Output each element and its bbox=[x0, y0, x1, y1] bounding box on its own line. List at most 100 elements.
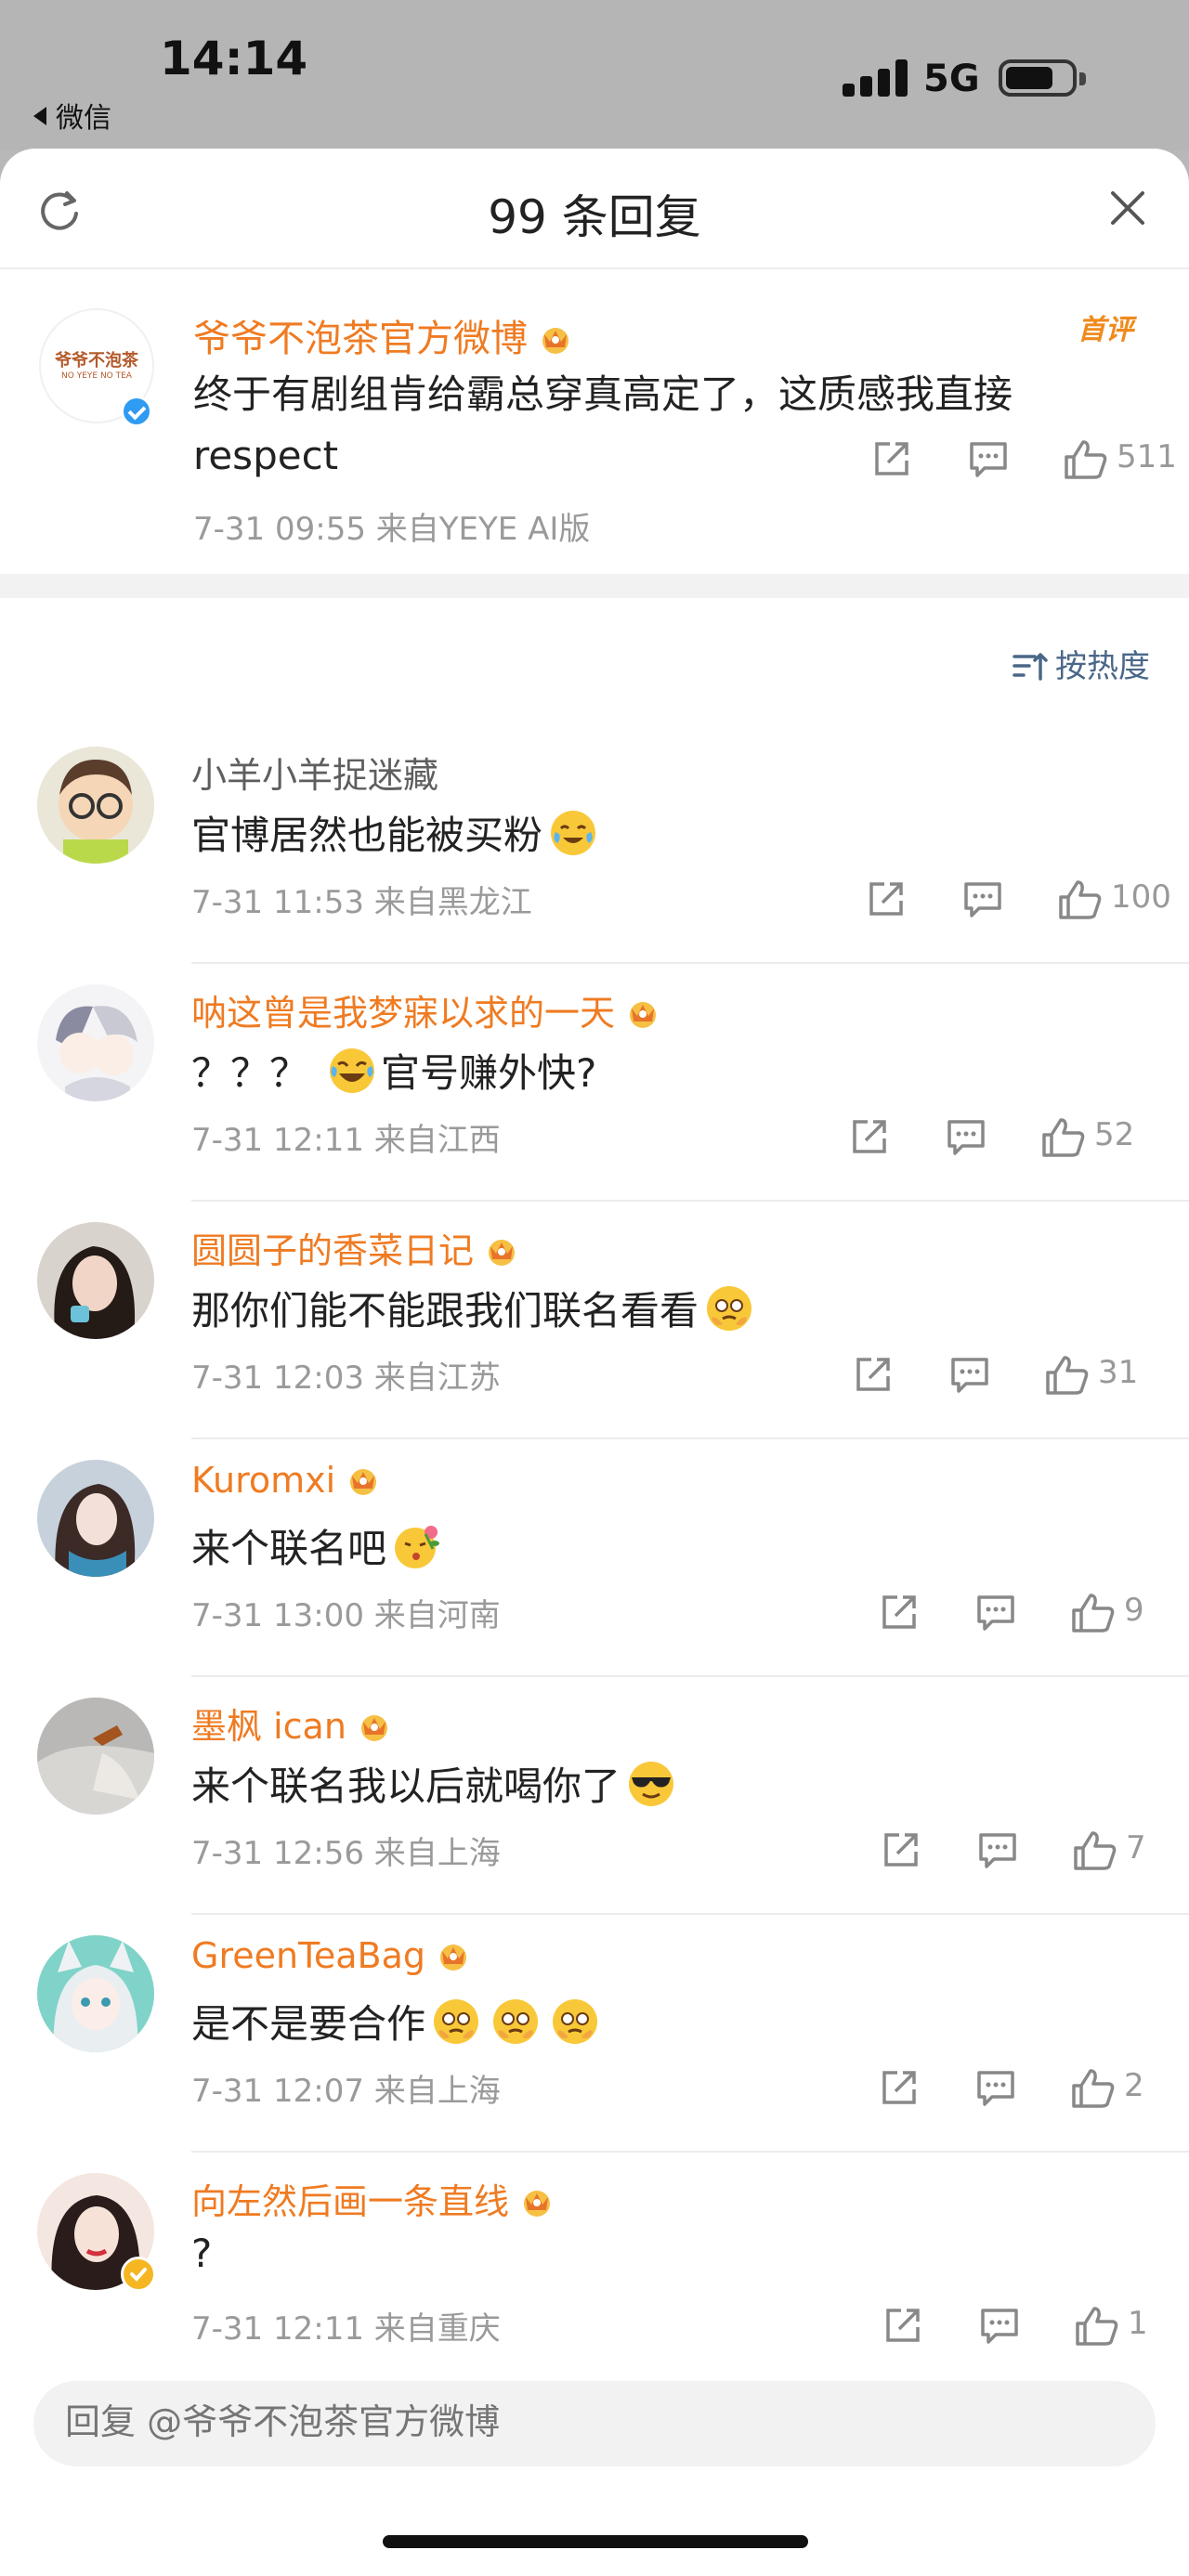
reply-meta: 7-31 13:00 来自河南 bbox=[191, 1597, 501, 1634]
share-button[interactable] bbox=[871, 435, 918, 481]
reply-meta: 7-31 12:11 来自江西 bbox=[191, 1122, 501, 1159]
thumbs-up-icon bbox=[1042, 1118, 1085, 1157]
like-button[interactable]: 52 bbox=[1040, 1112, 1143, 1159]
comment-icon bbox=[979, 1833, 1016, 1868]
share-icon bbox=[856, 1358, 890, 1391]
reply-author[interactable]: 圆圆子的香菜日记 bbox=[191, 1222, 520, 1273]
comment-meta: 7-31 09:55 来自YEYE AI版 bbox=[193, 511, 591, 548]
like-count: 511 bbox=[1117, 438, 1177, 475]
avatar[interactable] bbox=[37, 984, 154, 1101]
thumbs-up-icon bbox=[1072, 2069, 1115, 2108]
like-count: 7 bbox=[1126, 1829, 1146, 1867]
pleading-emoji-icon bbox=[431, 1997, 481, 2047]
share-button[interactable] bbox=[879, 2063, 925, 2110]
reply-author[interactable]: 向左然后画一条直线 bbox=[191, 2173, 555, 2224]
reply-button[interactable] bbox=[962, 875, 1009, 921]
reply-text-body: 官博居然也能被买粉 bbox=[191, 813, 543, 858]
author-name: 呐这曾是我梦寐以求的一天 bbox=[191, 993, 616, 1034]
crown-icon bbox=[537, 321, 574, 354]
crown-icon bbox=[483, 1234, 520, 1266]
thumbs-up-icon bbox=[1059, 880, 1102, 919]
like-button[interactable]: 31 bbox=[1044, 1350, 1146, 1397]
thumbs-up-icon bbox=[1065, 440, 1107, 479]
network-type: 5G bbox=[923, 58, 980, 100]
avatar[interactable] bbox=[37, 1935, 154, 2052]
like-button[interactable]: 1 bbox=[1074, 2301, 1157, 2348]
brand-logo-text: 爷爷不泡茶 bbox=[55, 351, 138, 371]
reply-author[interactable]: Kuromxi bbox=[191, 1460, 382, 1501]
reply-author[interactable]: 小羊小羊捉迷藏 bbox=[191, 747, 438, 798]
avatar[interactable] bbox=[37, 1222, 154, 1339]
like-button[interactable]: 7 bbox=[1072, 1826, 1156, 1872]
laughing-emoji-icon bbox=[327, 1046, 377, 1096]
share-button[interactable] bbox=[853, 1350, 899, 1397]
share-icon bbox=[869, 882, 903, 916]
reply-button[interactable] bbox=[968, 435, 1014, 481]
reply-actions: 100 bbox=[866, 875, 1171, 921]
crown-icon bbox=[518, 2185, 555, 2217]
reply-button[interactable] bbox=[977, 1826, 1024, 1872]
reply-text-body: 是不是要合作 bbox=[191, 2001, 426, 2047]
battery-icon bbox=[999, 59, 1086, 97]
comment-icon bbox=[981, 2309, 1018, 2344]
reply-meta: 7-31 12:56 来自上海 bbox=[191, 1835, 501, 1872]
signal-icon bbox=[843, 59, 908, 97]
avatar[interactable] bbox=[37, 1698, 154, 1815]
reply-button[interactable] bbox=[979, 2301, 1026, 2348]
verified-badge-icon bbox=[121, 396, 152, 427]
like-button[interactable]: 2 bbox=[1070, 2063, 1154, 2110]
comment-icon bbox=[951, 1358, 988, 1393]
reply-text: 是不是要合作 bbox=[191, 1993, 600, 2049]
like-button[interactable]: 511 bbox=[1063, 435, 1177, 481]
reply-input[interactable] bbox=[65, 2401, 1087, 2442]
reply-text-body: ？？？ bbox=[191, 1050, 309, 1096]
like-count: 1 bbox=[1128, 2305, 1148, 2342]
comment-author[interactable]: 爷爷不泡茶官方微博 bbox=[193, 308, 574, 362]
comment-icon bbox=[970, 442, 1007, 477]
reply-text-body: 来个联名我以后就喝你了 bbox=[191, 1763, 621, 1809]
reply-text: 来个联名我以后就喝你了 bbox=[191, 1755, 676, 1812]
share-icon bbox=[882, 1595, 916, 1629]
reply-text-body: 那你们能不能跟我们联名看看 bbox=[191, 1288, 699, 1334]
avatar[interactable] bbox=[37, 747, 154, 864]
thumbs-up-icon bbox=[1076, 2307, 1118, 2346]
share-button[interactable] bbox=[866, 875, 912, 921]
home-indicator[interactable] bbox=[383, 2535, 808, 2548]
back-to-app-link[interactable]: 微信 bbox=[33, 95, 111, 136]
thumbs-up-icon bbox=[1072, 1594, 1115, 1633]
reply-input-bar[interactable] bbox=[33, 2381, 1156, 2466]
share-button[interactable] bbox=[882, 2301, 929, 2348]
author-name: 小羊小羊捉迷藏 bbox=[191, 755, 439, 796]
share-icon bbox=[875, 442, 908, 475]
reply-item: Kuromxi 来个联名吧 7-31 13:00 来自河南 9 bbox=[0, 1439, 1189, 1677]
thumbs-up-icon bbox=[1046, 1356, 1089, 1395]
comment-actions: 511 bbox=[871, 435, 1177, 481]
reply-button[interactable] bbox=[975, 2063, 1022, 2110]
share-button[interactable] bbox=[879, 1588, 925, 1634]
avatar[interactable] bbox=[37, 1460, 154, 1577]
author-name: 圆圆子的香菜日记 bbox=[191, 1230, 475, 1271]
sort-by-hot-button[interactable]: 按热度 bbox=[1011, 641, 1150, 686]
like-button[interactable]: 100 bbox=[1057, 875, 1171, 921]
reply-text-body: 来个联名吧 bbox=[191, 1526, 387, 1571]
reply-actions: 52 bbox=[849, 1112, 1150, 1159]
pleading-emoji-icon bbox=[490, 1997, 541, 2047]
reply-text: 那你们能不能跟我们联名看看 bbox=[191, 1280, 754, 1336]
close-icon[interactable] bbox=[1105, 186, 1150, 230]
share-button[interactable] bbox=[881, 1826, 927, 1872]
reply-button[interactable] bbox=[946, 1112, 992, 1159]
reply-author[interactable]: 呐这曾是我梦寐以求的一天 bbox=[191, 984, 661, 1035]
author-name: 爷爷不泡茶官方微博 bbox=[193, 318, 528, 360]
like-button[interactable]: 9 bbox=[1070, 1588, 1154, 1634]
reply-button[interactable] bbox=[949, 1350, 996, 1397]
reply-item: GreenTeaBag 是不是要合作 7-31 12:07 来自上海 2 bbox=[0, 1915, 1189, 2153]
share-button[interactable] bbox=[849, 1112, 895, 1159]
reply-button[interactable] bbox=[975, 1588, 1022, 1634]
crown-icon bbox=[356, 1710, 393, 1741]
reply-text-body-2: 官号赚外快? bbox=[381, 1050, 597, 1096]
reply-author[interactable]: GreenTeaBag bbox=[191, 1935, 472, 1976]
share-icon bbox=[886, 2309, 920, 2342]
sort-icon bbox=[1013, 653, 1048, 681]
share-icon bbox=[884, 1833, 918, 1867]
reply-author[interactable]: 墨枫 ican bbox=[191, 1698, 393, 1749]
